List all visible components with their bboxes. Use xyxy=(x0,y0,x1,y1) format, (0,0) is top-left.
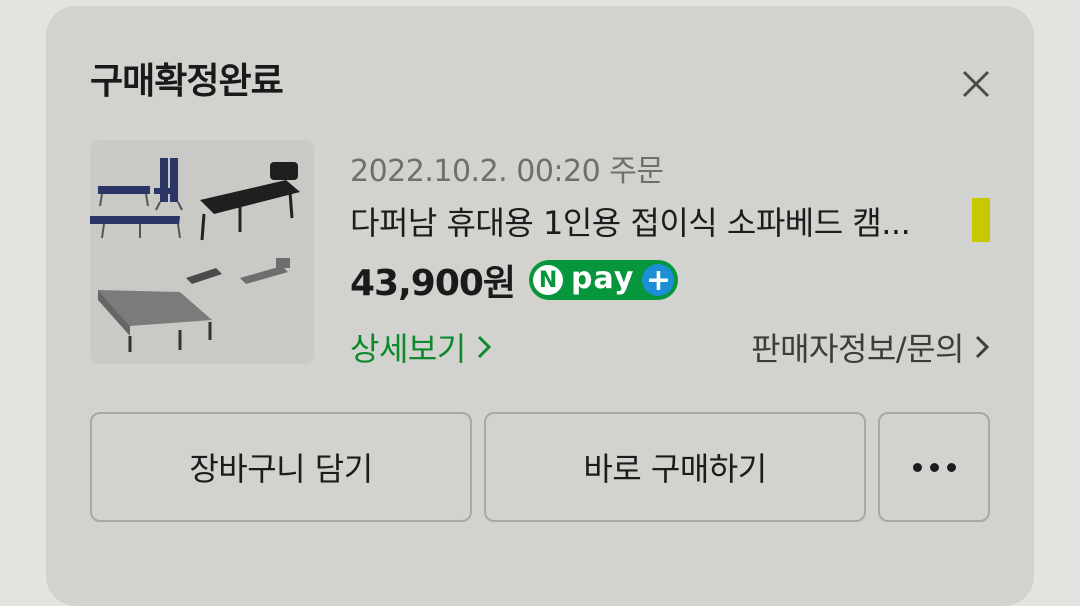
order-date: 2022.10.2. 00:20 주문 xyxy=(350,154,664,189)
seller-info-link[interactable]: 판매자정보/문의 xyxy=(751,324,990,370)
seller-info-label: 판매자정보/문의 xyxy=(751,330,964,368)
dialog-title: 구매확정완료 xyxy=(90,61,284,102)
close-icon[interactable] xyxy=(956,64,996,104)
product-name[interactable]: 다퍼남 휴대용 1인용 접이식 소파베드 캠... xyxy=(350,198,960,244)
npay-n-logo: N xyxy=(533,265,564,295)
view-details-label: 상세보기 xyxy=(350,330,466,368)
npay-plus-badge: N pay + xyxy=(529,260,679,300)
add-to-cart-button[interactable]: 장바구니 담기 xyxy=(90,412,472,522)
npay-label: pay xyxy=(571,260,635,296)
more-options-button[interactable] xyxy=(878,412,990,522)
product-thumbnail[interactable] xyxy=(90,140,314,364)
plus-icon: + xyxy=(642,263,675,298)
product-price: 43,900원 xyxy=(350,263,516,304)
highlight-marker xyxy=(972,198,990,242)
chevron-right-icon xyxy=(477,335,491,359)
more-dots-icon xyxy=(912,462,956,472)
chevron-right-icon xyxy=(975,335,990,359)
buy-now-button[interactable]: 바로 구매하기 xyxy=(484,412,866,522)
price-row: 43,900원 N pay + xyxy=(350,254,679,306)
view-details-link[interactable]: 상세보기 xyxy=(350,324,492,370)
purchase-confirmed-dialog: 구매확정완료 2022.10.2. 00:20 주문 다퍼남 휴대용 1인용 접… xyxy=(46,6,1034,606)
